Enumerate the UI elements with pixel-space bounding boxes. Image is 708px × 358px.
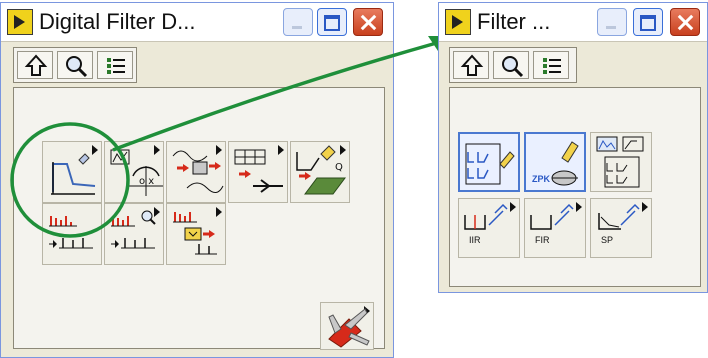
pole-zero-placement-button[interactable]: ZPK — [524, 132, 586, 192]
advanced-design-icon — [596, 136, 644, 188]
minimize-button[interactable] — [597, 8, 627, 36]
window-title: Filter ... — [477, 9, 551, 34]
palette-toolbar — [449, 47, 577, 83]
zpk-label: ZPK — [532, 174, 550, 184]
classical-design-icon — [465, 143, 515, 185]
fir-response-icon — [530, 203, 574, 230]
search-button[interactable] — [493, 51, 529, 79]
search-icon — [502, 56, 524, 78]
iir-design-button[interactable]: IIR — [458, 198, 520, 258]
filter-design-subpalette-window: Filter ... ZPK IIR FIR SP — [438, 2, 708, 293]
classical-filter-design-button[interactable] — [458, 132, 520, 192]
zpk-design-icon — [551, 141, 579, 186]
advanced-design-button[interactable] — [590, 132, 652, 192]
fir-label: FIR — [535, 235, 550, 245]
title-bar[interactable]: Filter ... — [439, 3, 707, 42]
maximize-button[interactable] — [633, 8, 663, 36]
iir-response-icon — [464, 203, 508, 230]
up-arrow-icon — [460, 54, 484, 76]
filter-design-palette-grid: ZPK IIR FIR SP — [449, 87, 701, 287]
list-options-icon — [543, 58, 561, 74]
special-filter-icon — [598, 203, 640, 230]
fir-design-button[interactable]: FIR — [524, 198, 586, 258]
highlight-circle — [10, 122, 130, 238]
close-button[interactable] — [670, 8, 700, 36]
up-level-button[interactable] — [453, 51, 489, 79]
iir-label: IIR — [469, 235, 481, 245]
labview-app-icon — [445, 9, 471, 35]
pointer-arrow-line — [112, 40, 441, 152]
special-filter-design-button[interactable]: SP — [590, 198, 652, 258]
view-options-button[interactable] — [533, 51, 569, 79]
sp-label: SP — [601, 235, 614, 245]
